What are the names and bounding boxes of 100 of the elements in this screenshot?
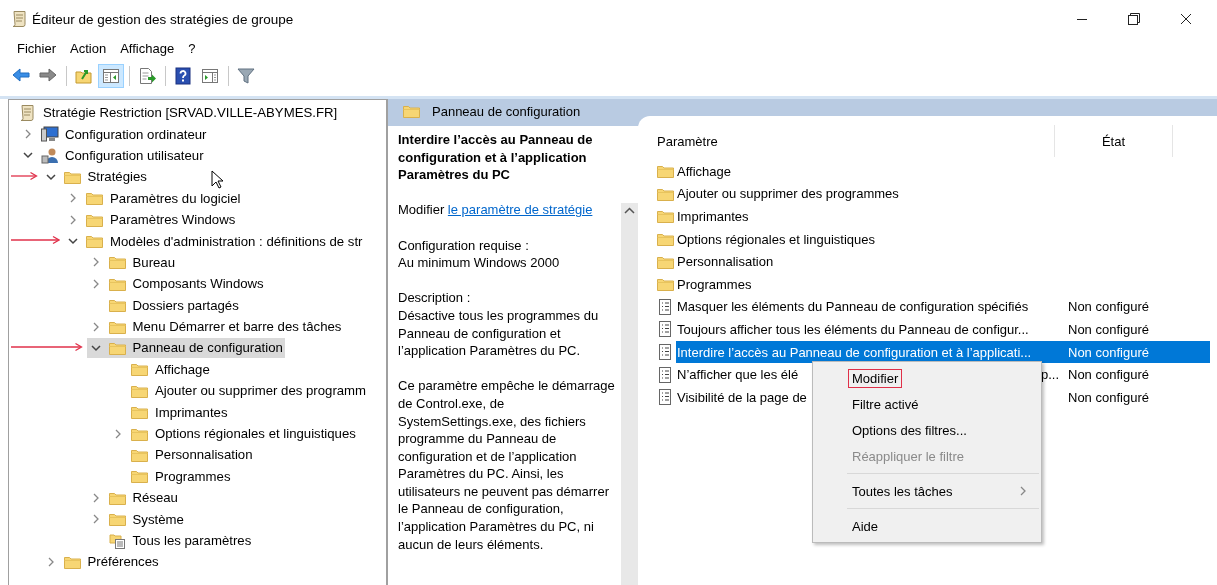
folder-icon [656,164,674,179]
policy-link[interactable]: le paramètre de stratégie [447,202,593,218]
folder-icon [131,447,148,462]
computer-icon [41,126,59,143]
mouse-pointer-icon [211,170,225,190]
tree-label: Modèles d'administration : définitions de str [110,233,363,249]
tree-item[interactable]: Menu Démarrer et barre des tâches [86,316,344,337]
pane-title: Panneau de configuration [432,104,581,119]
tree-item[interactable]: Configuration utilisateur [19,145,206,166]
tree-item[interactable]: Tous les paramètres [86,530,254,551]
folder-icon [131,426,148,441]
folder-icon [86,212,103,227]
description-label: Description : [398,290,471,306]
folder-icon [108,276,126,291]
setting-name: Visibilité de la page de [677,389,807,405]
menu-label: Réappliquer le filtre [851,447,965,466]
tree-item[interactable]: Options régionales et linguistiques [109,423,358,444]
tree-item[interactable]: Bureau [86,252,178,273]
tree-item[interactable]: Affichage [109,359,212,380]
menu-item[interactable]: Modifier [813,365,1041,391]
setting-state: Non configuré [1068,344,1149,360]
tree-item[interactable]: Dossiers partagés [86,295,241,316]
requirements-text: Au minimum Windows 2000 [398,255,560,271]
edit-text: Modifier le paramètre de stratégie [398,201,594,219]
folder-icon [131,405,148,420]
setting-page-icon [658,344,672,361]
setting-name: Toujours afficher tous les éléments du Panneau de configur... [677,321,1029,337]
tree-item[interactable]: Paramètres Windows [64,209,238,230]
folder-icon [108,341,126,355]
tree-label: Panneau de configuration [132,340,283,356]
tree-item[interactable]: Système [86,509,186,530]
scroll-icon [19,103,35,122]
tree-item[interactable]: Stratégie Restriction [SRVAD.VILLE-ABYMES.FR] [19,102,340,123]
tree-item[interactable]: Ajouter ou supprimer des programm [109,380,369,401]
setting-name: p... [1040,367,1060,383]
column-header[interactable]: Paramètre [649,125,1055,157]
tree-item[interactable]: Composants Windows [86,273,266,294]
tree-item[interactable]: Réseau [86,487,180,508]
folder-icon [108,490,126,505]
menu-item[interactable]: ? [181,40,203,56]
scroll-icon [11,10,27,28]
menu-item[interactable]: Aide [813,513,1041,539]
tree-item[interactable]: Paramètres du logiciel [64,188,243,209]
close-icon [1180,13,1192,25]
folder-icon [656,277,674,292]
requirements-label: Configuration requise : [398,237,529,253]
tree-item[interactable]: Modèles d'administration : définitions de str [64,231,365,252]
folder-icon [656,254,674,269]
scrollbar[interactable] [621,203,638,585]
tree-item[interactable]: Préférences [41,551,161,572]
setting-state: Non configuré [1068,389,1149,405]
list-row[interactable]: Interdire l’accès au Panneau de configuration et à l’applicati... Non configuré [676,341,1210,364]
menu-item[interactable]: Toutes les tâches [813,478,1041,504]
menu-label: Aide [851,517,880,536]
tree-item[interactable]: Imprimantes [109,402,230,423]
forward-icon [39,67,57,85]
folder-icon [63,169,81,184]
menu-item[interactable]: Action [63,40,114,56]
tree-label: Stratégies [87,169,147,185]
tree-label: Réseau [132,490,178,506]
tree-label: Paramètres Windows [110,212,236,228]
setting-page-icon [658,366,672,383]
tree-item[interactable]: Stratégies [41,166,149,187]
tree-label: Préférences [87,554,159,570]
folder-icon [86,191,103,206]
folder-icon [131,362,148,377]
setting-page-icon [658,298,672,315]
toolbar-button[interactable] [98,64,124,88]
menu-item[interactable]: Options des filtres... [813,417,1041,443]
menu-item[interactable]: Fichier [10,40,63,56]
tree-label: Stratégie Restriction [SRVAD.VILLE-ABYMES.FR] [43,105,338,121]
setting-name: Imprimantes [677,209,749,224]
tree-label: Personnalisation [155,447,253,463]
setting-name: Options régionales et linguistiques [677,231,875,247]
user-icon [41,146,59,164]
menu-item[interactable]: Filtre activé [813,391,1041,417]
setting-name: Ajouter ou supprimer des programmes [677,186,899,202]
folder-icon [63,554,81,569]
tree-item[interactable]: Configuration ordinateur [19,124,209,145]
description-text: Ce paramètre empêche le démarrage de Control.exe, de SystemSettings.exe, des fichiers programme du Panneau de configuration et de l’application Paramètres du PC. Ainsi, les utilisateurs ne peuvent pas démarrer le Panneau de configuration, l’application Paramètres du PC, ni aucun de leurs éléments. [398,377,616,554]
tree-label: Composants Windows [132,276,264,292]
tree-item[interactable]: Personnalisation [109,444,255,465]
tree-label: Configuration utilisateur [65,147,204,163]
tree-item[interactable]: Programmes [109,466,233,487]
folder-up-icon [75,67,93,85]
column-header[interactable]: État [1055,125,1173,157]
description-text: Désactive tous les programmes du Panneau de configuration et l’application Paramètres du PC. [398,307,599,359]
folder-icon [108,319,126,334]
pane-toggle-icon [102,67,120,85]
tree-item[interactable]: Panneau de configuration [86,338,285,358]
tree-label: Menu Démarrer et barre des tâches [132,319,342,335]
setting-name: Affichage [677,163,731,179]
folder-icon [656,186,674,201]
setting-name: Masquer les éléments du Panneau de configuration spécifiés [677,299,1029,315]
menu-item[interactable]: Affichage [113,40,182,56]
setting-page-icon [658,389,672,406]
folder-icon [108,298,126,313]
folder-icon [108,255,126,270]
tree-label: Configuration ordinateur [65,126,207,142]
help-icon [174,67,192,85]
